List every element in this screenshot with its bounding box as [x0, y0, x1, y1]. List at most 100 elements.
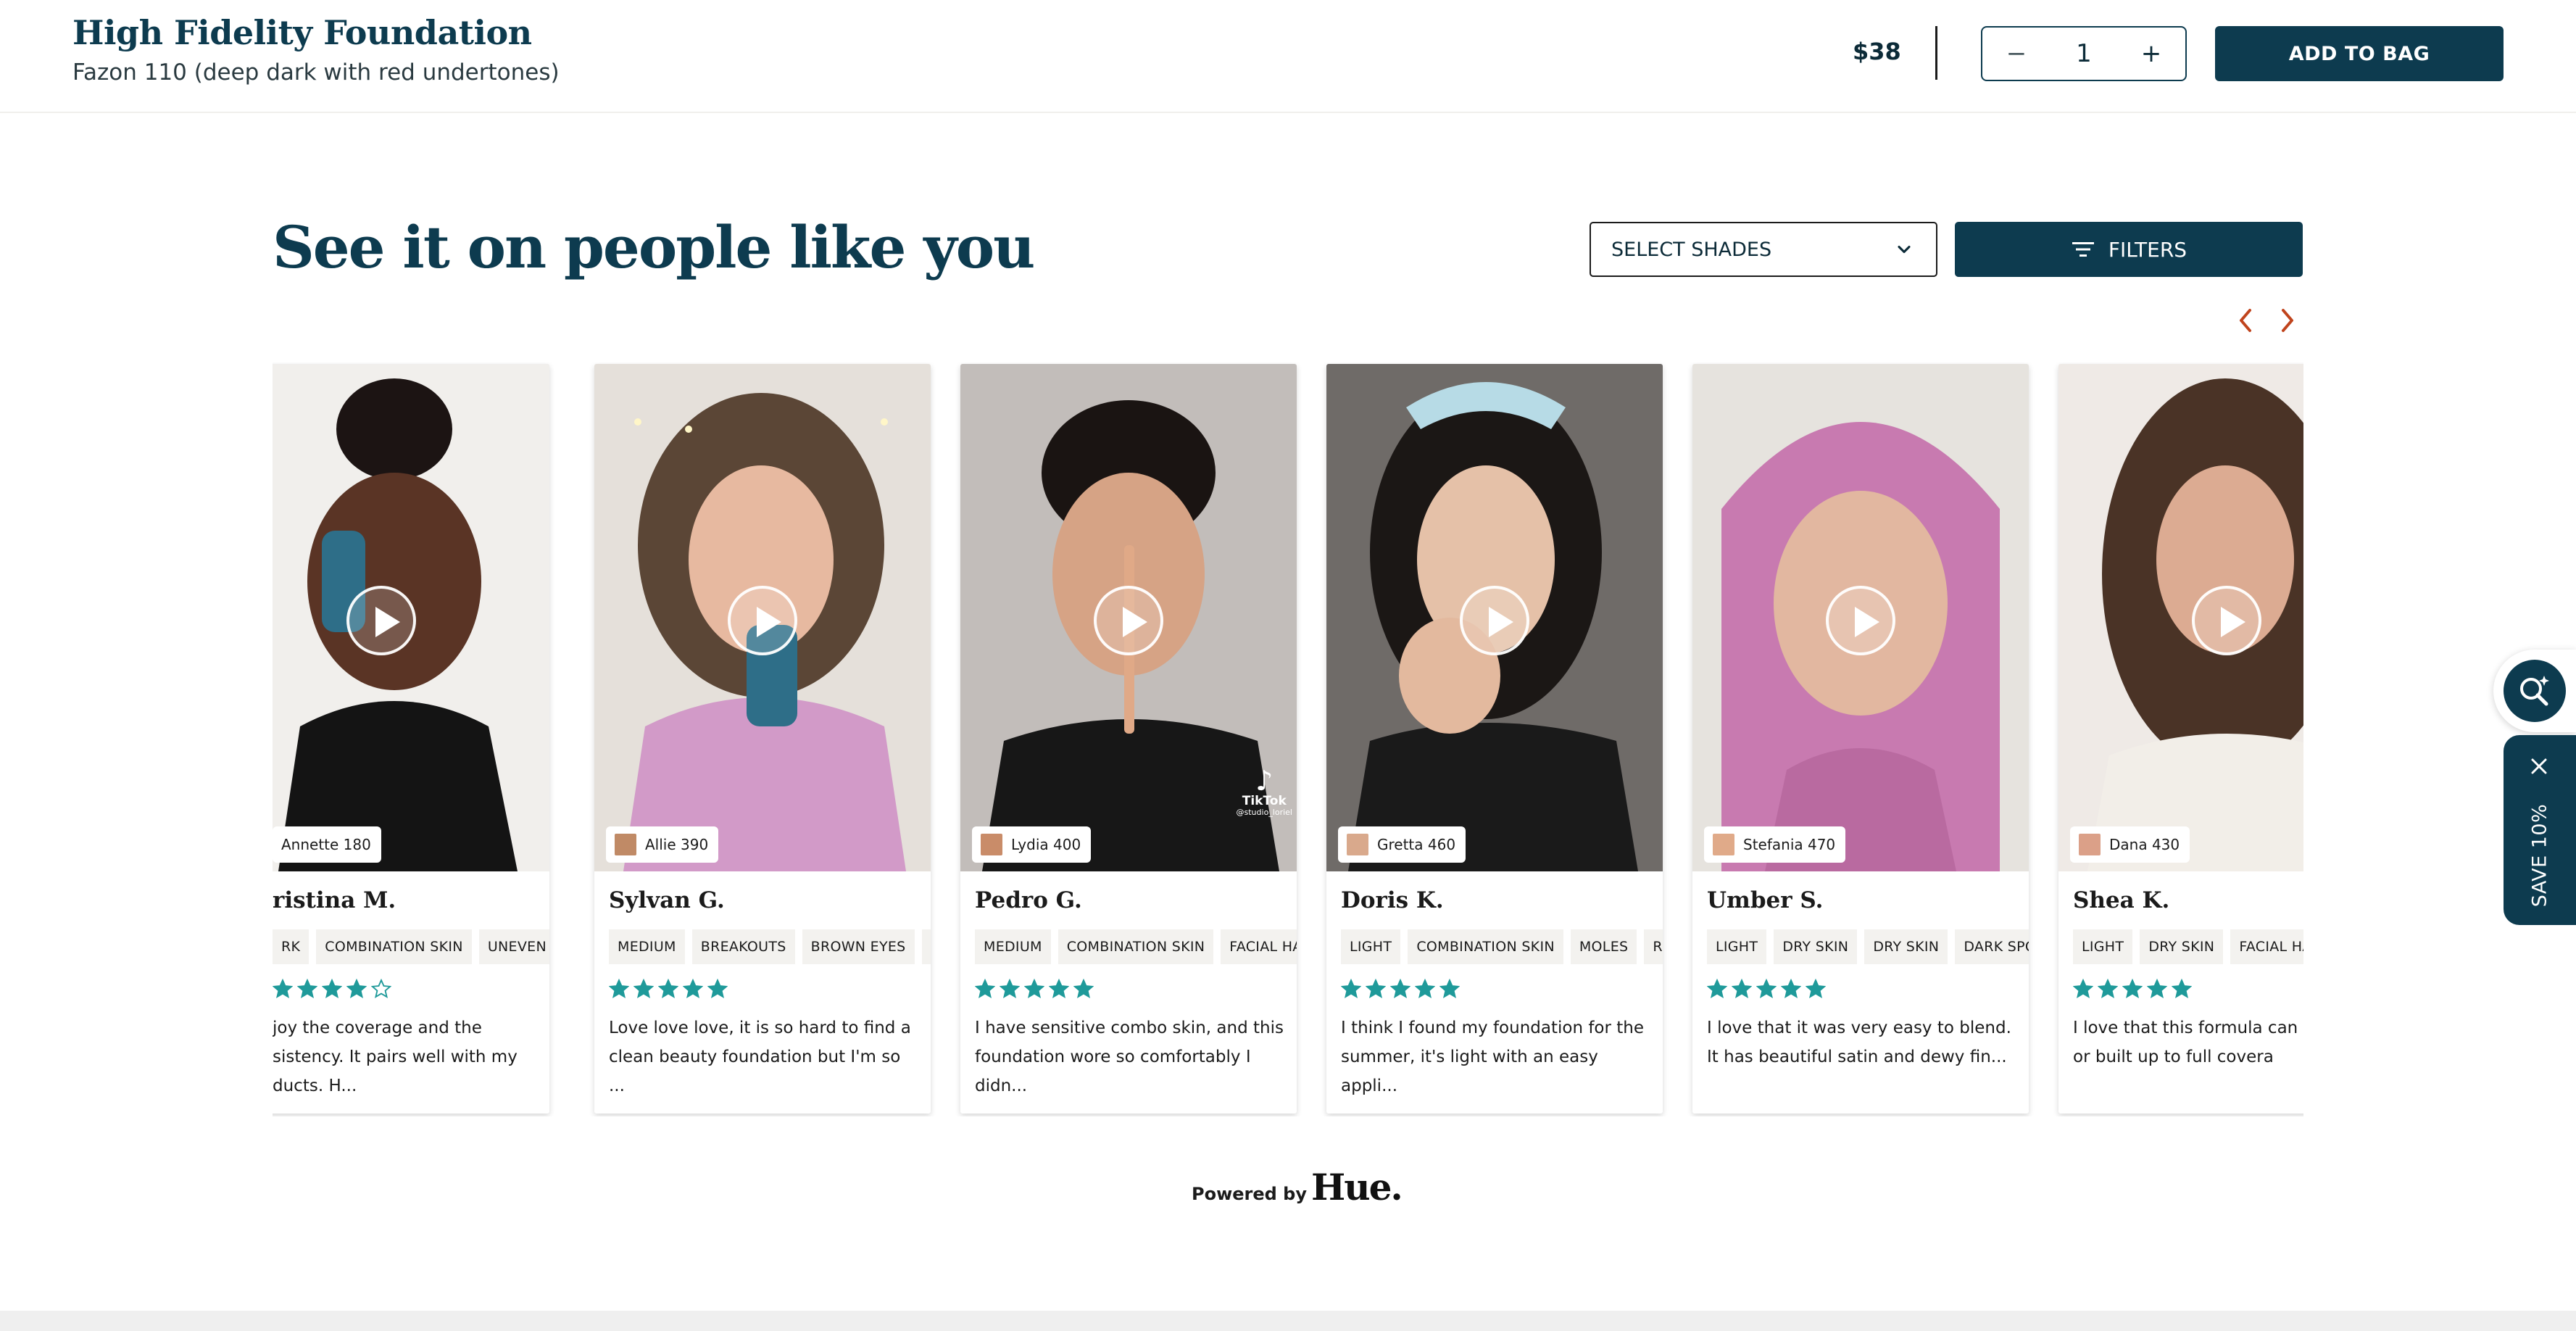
review-snippet: I love that this formula can be sheer, o…: [2073, 1019, 2303, 1066]
save-10-percent-tab[interactable]: SAVE 10%: [2504, 735, 2576, 925]
shade-badge: Allie 390: [606, 826, 719, 863]
tag: COMBINATION SKIN: [1408, 929, 1563, 964]
carousel-prev-button[interactable]: [2231, 303, 2260, 338]
tag: DRY SKIN: [1864, 929, 1948, 964]
review-card[interactable]: ♪ TikTok @studio_loriel Lydia 400 Pedro …: [960, 364, 1297, 1114]
tiktok-label: TikTok: [1242, 794, 1287, 808]
star-filled-icon: [1000, 979, 1020, 999]
shade-swatch: [981, 834, 1002, 855]
filters-button[interactable]: FILTERS: [1955, 222, 2303, 277]
star-rating: [2073, 979, 2192, 999]
star-filled-icon: [1415, 979, 1435, 999]
reviewer-tags: MEDIUM COMBINATION SKIN FACIAL HA: [975, 929, 1297, 964]
reviewer-name: Pedro G.: [975, 887, 1082, 913]
search-sparkle-icon: [2504, 660, 2566, 722]
star-filled-icon: [2122, 979, 2143, 999]
close-icon[interactable]: [2528, 755, 2550, 777]
review-video-thumbnail[interactable]: Dana 430: [2058, 364, 2303, 871]
review-video-thumbnail[interactable]: ♪ TikTok @studio_loriel Lydia 400: [960, 364, 1297, 871]
star-filled-icon: [1390, 979, 1410, 999]
page-bottom-edge: [0, 1311, 2576, 1331]
shade-swatch: [1713, 834, 1734, 855]
star-filled-icon: [609, 979, 629, 999]
star-filled-icon: [1341, 979, 1361, 999]
tag: FACIAL HAI: [2230, 929, 2303, 964]
reviewer-tags: MEDIUM BREAKOUTS BROWN EYES I: [609, 929, 931, 964]
product-title: High Fidelity Foundation: [72, 13, 532, 52]
shade-swatch: [1347, 834, 1368, 855]
star-filled-icon: [346, 979, 367, 999]
review-video-thumbnail[interactable]: Annette 180: [273, 364, 549, 871]
star-filled-icon: [273, 979, 293, 999]
star-filled-icon: [1439, 979, 1460, 999]
chevron-down-icon: [1898, 245, 1911, 254]
quantity-value[interactable]: 1: [2048, 28, 2120, 80]
shade-badge: Annette 180: [273, 826, 381, 863]
play-icon[interactable]: [728, 586, 797, 655]
tag: COMBINATION SKIN: [1058, 929, 1214, 964]
filter-lines-icon: [2072, 242, 2094, 257]
review-card[interactable]: Stefania 470 Umber S. LIGHT DRY SKIN DRY…: [1692, 364, 2029, 1114]
add-to-bag-button[interactable]: ADD TO BAG: [2215, 26, 2504, 81]
star-rating: [609, 979, 728, 999]
shade-badge: Gretta 460: [1338, 826, 1466, 863]
divider: [1935, 26, 1937, 80]
reviewer-name: Shea K.: [2073, 887, 2170, 913]
shade-badge-label: Gretta 460: [1377, 836, 1456, 853]
powered-by-hue[interactable]: Powered by Hue.: [1192, 1166, 1403, 1208]
tag: LIGHT: [2073, 929, 2133, 964]
floating-search-button[interactable]: [2493, 650, 2576, 732]
review-snippet: I have sensitive combo skin, and this fo…: [975, 1019, 1284, 1095]
review-card[interactable]: Dana 430 Shea K. LIGHT DRY SKIN FACIAL H…: [2058, 364, 2303, 1114]
play-icon[interactable]: [346, 586, 416, 655]
filters-label: FILTERS: [2108, 237, 2187, 262]
star-filled-icon: [2098, 979, 2118, 999]
reviewer-name: Umber S.: [1707, 887, 1824, 913]
review-video-thumbnail[interactable]: Allie 390: [594, 364, 931, 871]
star-filled-icon: [1756, 979, 1777, 999]
star-filled-icon: [1366, 979, 1386, 999]
quantity-stepper: − 1 +: [1981, 26, 2187, 81]
tag: DRY SKIN: [2140, 929, 2224, 964]
reviewer-name: Sylvan G.: [609, 887, 725, 913]
review-card[interactable]: Annette 180 ristina M. RK COMBINATION SK…: [273, 364, 549, 1114]
tag: R: [1644, 929, 1663, 964]
review-card[interactable]: Allie 390 Sylvan G. MEDIUM BREAKOUTS BRO…: [594, 364, 931, 1114]
reviewer-name: Doris K.: [1341, 887, 1444, 913]
star-filled-icon: [1732, 979, 1752, 999]
carousel-next-button[interactable]: [2273, 303, 2302, 338]
select-shades-dropdown[interactable]: SELECT SHADES: [1590, 222, 1937, 277]
increase-quantity-button[interactable]: +: [2126, 28, 2177, 80]
star-empty-icon: [371, 979, 391, 999]
play-icon[interactable]: [1460, 586, 1529, 655]
powered-by-label: Powered by: [1192, 1184, 1307, 1204]
sticky-product-bar: High Fidelity Foundation Fazon 110 (deep…: [0, 0, 2576, 113]
tiktok-watermark: ♪ TikTok @studio_loriel: [1237, 767, 1292, 817]
play-icon[interactable]: [1094, 586, 1163, 655]
review-carousel: Annette 180 ristina M. RK COMBINATION SK…: [273, 362, 2303, 1116]
review-snippet: Love love love, it is so hard to find a …: [609, 1019, 911, 1095]
review-video-thumbnail[interactable]: Stefania 470: [1692, 364, 2029, 871]
review-video-thumbnail[interactable]: Gretta 460: [1326, 364, 1663, 871]
decrease-quantity-button[interactable]: −: [1991, 28, 2042, 80]
play-icon[interactable]: [2192, 586, 2261, 655]
save-offer-label: SAVE 10%: [2528, 803, 2551, 908]
section-title: See it on people like you: [273, 213, 1035, 281]
tag: LIGHT: [1707, 929, 1767, 964]
tag: MEDIUM: [609, 929, 685, 964]
tag: DARK SPO: [1955, 929, 2029, 964]
tag: MEDIUM: [975, 929, 1051, 964]
play-icon[interactable]: [1826, 586, 1895, 655]
star-filled-icon: [297, 979, 317, 999]
tag: BREAKOUTS: [691, 929, 795, 964]
tag: DRY SKIN: [1774, 929, 1858, 964]
shade-badge: Stefania 470: [1704, 826, 1846, 863]
star-rating: [273, 979, 391, 999]
select-shades-label: SELECT SHADES: [1611, 238, 1772, 261]
review-card[interactable]: Gretta 460 Doris K. LIGHT COMBINATION SK…: [1326, 364, 1663, 1114]
star-rating: [1341, 979, 1460, 999]
tag: I: [921, 929, 931, 964]
shade-badge-label: Lydia 400: [1011, 836, 1081, 853]
hue-logo: Hue.: [1311, 1166, 1403, 1208]
shade-swatch: [615, 834, 636, 855]
